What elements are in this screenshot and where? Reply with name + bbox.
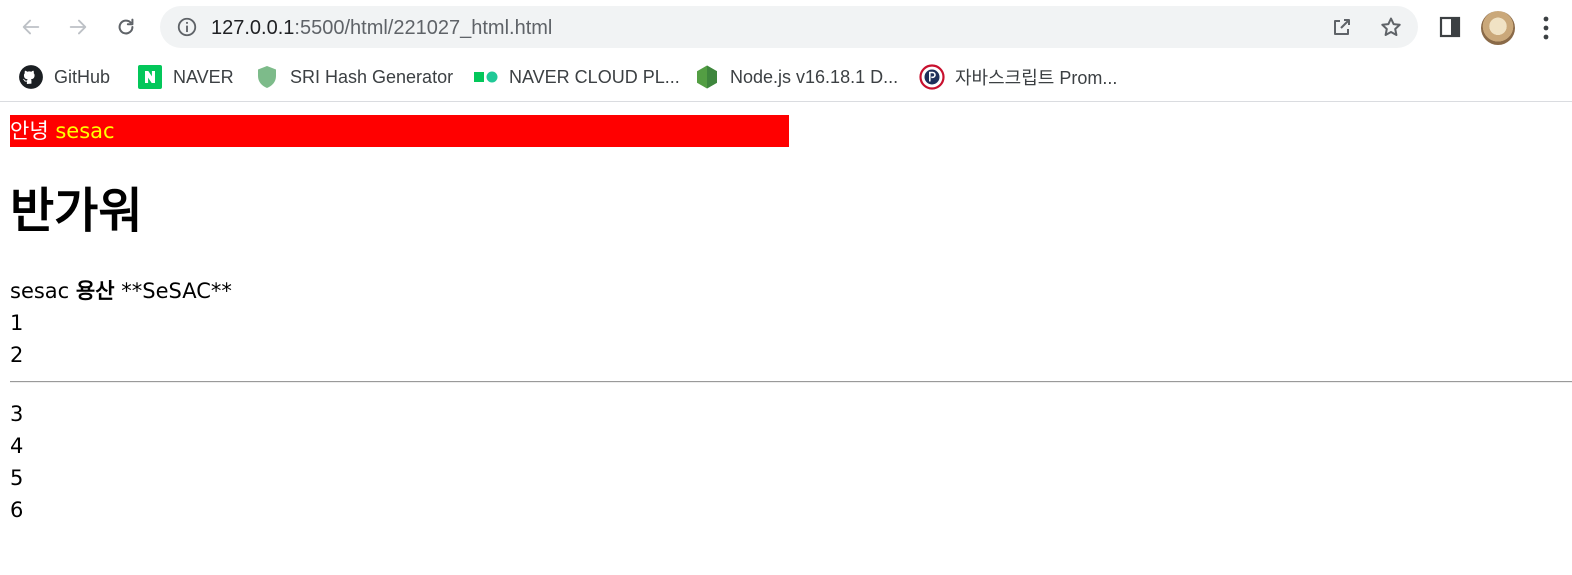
naver-icon [137,64,163,90]
forward-arrow-icon [69,19,87,35]
bookmark-nodejs[interactable]: Node.js v16.18.1 D... [694,63,898,91]
bookmark-label: GitHub [54,66,111,87]
greeting-highlight: sesac [55,119,115,143]
number-line: 5 [10,466,24,490]
p-circle-icon [919,64,945,90]
page-content: 안녕 sesac 반가워 sesac 용산 **SeSAC** 1 2 3 4 … [0,103,1572,575]
horizontal-rule [10,381,1572,383]
nodejs-icon [694,64,720,90]
page-heading: 반가워 [10,183,143,239]
profile-avatar[interactable] [1481,11,1515,45]
bookmark-label: NAVER CLOUD PL... [509,66,680,87]
address-bar[interactable]: 127.0.0.1:5500/html/221027_html.html [160,6,1418,48]
number-line: 4 [10,434,24,458]
bookmark-label: NAVER [173,66,234,87]
greeting-banner: 안녕 sesac [10,115,789,147]
greeting-text: 안녕 [10,119,49,143]
info-icon[interactable] [176,16,198,38]
url-host: 127.0.0.1 [211,17,295,39]
shield-icon [254,64,280,90]
text-sesac-markdown: **SeSAC** [121,279,232,303]
number-line: 1 [10,311,24,335]
url-text[interactable]: 127.0.0.1:5500/html/221027_html.html [211,17,552,40]
share-icon[interactable] [1330,15,1354,39]
reload-button[interactable] [111,12,141,42]
forward-button[interactable] [63,12,93,42]
bookmark-js-promise[interactable]: 자바스크립트 Prom... [919,63,1117,91]
github-icon [18,64,44,90]
star-icon[interactable] [1379,15,1403,39]
naver-cloud-icon [473,64,499,90]
side-panel-icon[interactable] [1438,15,1462,39]
bookmark-label: SRI Hash Generator [290,66,454,87]
back-button[interactable] [16,12,46,42]
back-arrow-icon [22,19,40,35]
text-sesac: sesac [10,279,70,303]
kebab-menu-icon[interactable] [1536,14,1556,42]
text-line-sesac: sesac 용산 **SeSAC** [10,275,232,307]
bookmark-naver[interactable]: NAVER [137,63,234,91]
bookmark-label: 자바스크립트 Prom... [955,68,1118,88]
text-yongsan-bold: 용산 [75,279,115,303]
number-line: 3 [10,402,24,426]
number-line: 2 [10,343,24,367]
bookmark-sri-hash[interactable]: SRI Hash Generator [254,63,453,91]
browser-toolbar: 127.0.0.1:5500/html/221027_html.html [0,0,1572,54]
bookmark-label: Node.js v16.18.1 D... [730,66,899,87]
reload-icon [118,18,134,35]
bookmark-naver-cloud[interactable]: NAVER CLOUD PL... [473,63,680,91]
url-path: :5500/html/221027_html.html [294,17,553,39]
bookmarks-bar: GitHub NAVER SRI Hash Generator NAVER CL… [0,54,1572,102]
number-line: 6 [10,498,24,522]
bookmark-github[interactable]: GitHub [18,63,110,91]
